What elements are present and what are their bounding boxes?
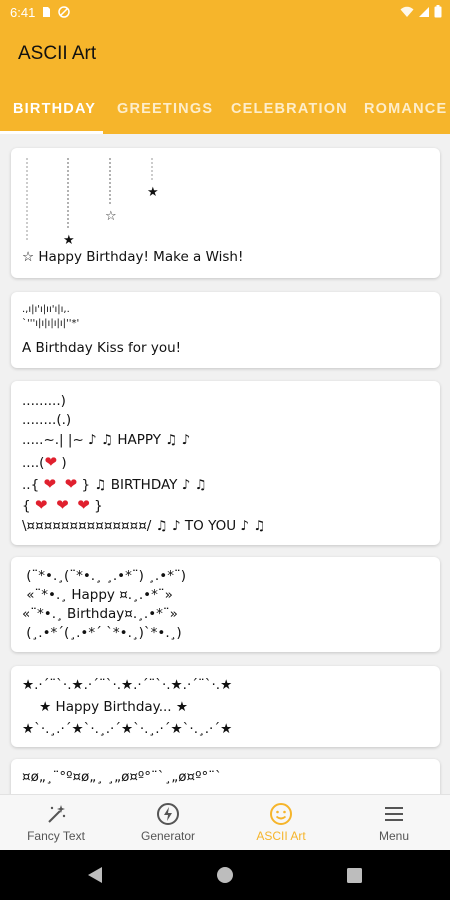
card-line: «¨*•.¸ Happy ¤.¸.•*¨»: [22, 587, 173, 603]
ascii-card[interactable]: ¤ø„¸¨°º¤ø„¸ ¸„ø¤º°¨`¸„ø¤º°¨`: [11, 759, 440, 794]
bottom-navigation: Fancy Text Generator ASCII Art Menu: [0, 794, 450, 850]
tab-greetings[interactable]: GREETINGS: [117, 101, 213, 117]
nav-label: ASCII Art: [256, 829, 306, 843]
status-time: 6:41: [10, 5, 36, 20]
nav-ascii-art[interactable]: ASCII Art: [225, 795, 337, 851]
category-tabs: BIRTHDAY GREETINGS CELEBRATION ROMANCE: [0, 84, 450, 134]
nav-label: Generator: [140, 829, 196, 843]
sim-card-icon: [43, 7, 50, 17]
card-line: ★ Happy Birthday... ★: [22, 699, 188, 715]
card-line: (¸.•*´(¸.•*´ `*•.¸)`*•.¸): [22, 625, 182, 641]
card-line: .........): [22, 393, 66, 409]
tab-celebration[interactable]: CELEBRATION: [231, 101, 348, 117]
app-bar: ASCII Art: [0, 26, 450, 84]
hanging-stars-art: ★ ☆ ★: [26, 158, 159, 248]
card-line: { ❤ ❤ ❤ }: [22, 496, 103, 514]
svg-text:★: ★: [63, 233, 75, 248]
tab-romance[interactable]: ROMANCE: [364, 101, 447, 117]
card-line: ¤ø„¸¨°º¤ø„¸ ¸„ø¤º°¨`¸„ø¤º°¨`: [22, 769, 222, 785]
card-line: (¨*•.¸(¨*•.¸ ¸.•*¨) ¸.•*¨): [22, 568, 186, 584]
svg-text:★: ★: [147, 185, 159, 200]
nav-generator[interactable]: Generator: [112, 795, 224, 851]
tab-birthday[interactable]: BIRTHDAY: [13, 101, 96, 117]
cell-signal-icon: [419, 6, 429, 17]
lightning-bolt-icon: [157, 803, 179, 825]
card-line: .....~.| |~ ♪ ♫ HAPPY ♫ ♪: [22, 432, 191, 448]
app-title: ASCII Art: [18, 43, 97, 64]
svg-text:☆: ☆: [105, 209, 117, 224]
heart-icon: ❤: [34, 496, 48, 514]
heart-icon: ❤: [77, 496, 90, 514]
nav-label: Menu: [378, 829, 410, 843]
ascii-card[interactable]: .,ı|ı'ı|ıı'ı|ı,. `'''ı|ı|ı|ı|ı|''*' A Bi…: [11, 292, 440, 368]
nav-fancy-text[interactable]: Fancy Text: [0, 795, 112, 851]
wifi-icon: [400, 6, 414, 17]
magic-wand-icon: [48, 805, 66, 823]
card-line: ☆ Happy Birthday! Make a Wish!: [22, 249, 244, 265]
back-icon[interactable]: [88, 867, 102, 883]
smiley-face-icon: [270, 803, 292, 825]
do-not-disturb-icon: [58, 6, 70, 18]
card-line: «¨*•.¸ Birthday¤.¸.•*¨»: [22, 606, 178, 622]
system-nav-buttons: [88, 867, 362, 883]
battery-icon: [434, 5, 442, 18]
heart-icon: ❤: [64, 475, 78, 493]
card-line: A Birthday Kiss for you!: [22, 340, 182, 356]
card-line: `'''ı|ı|ı|ı|ı|''*': [22, 318, 80, 329]
card-line: ........(.): [22, 412, 72, 428]
ascii-card[interactable]: ★ ☆ ★ ☆ Happy Birthday! Make a Wish!: [11, 148, 440, 278]
card-line: ★`·.¸.·´★`·.¸.·´★`·.¸.·´★`·.¸.·´★: [22, 721, 233, 737]
nav-label: Fancy Text: [27, 829, 85, 843]
heart-icon: ❤: [43, 475, 57, 493]
heart-icon: ❤: [44, 453, 58, 471]
system-navigation-bar: [0, 850, 450, 900]
heart-icon: ❤: [56, 496, 69, 514]
ascii-card[interactable]: ★.·´¨`·.★.·´¨`·.★.·´¨`·.★.·´¨`·.★ ★ Happ…: [11, 666, 440, 747]
card-line: .,ı|ı'ı|ıı'ı|ı,.: [22, 304, 70, 315]
hamburger-menu-icon: [385, 807, 403, 821]
ascii-art-list: ★ ☆ ★ ☆ Happy Birthday! Make a Wish! .,ı…: [0, 134, 450, 794]
card-line: ★.·´¨`·.★.·´¨`·.★.·´¨`·.★.·´¨`·.★: [22, 677, 233, 693]
home-icon[interactable]: [217, 867, 233, 883]
ascii-card[interactable]: .........) ........(.) .....~.| |~ ♪ ♫ H…: [11, 381, 440, 545]
recents-icon[interactable]: [347, 868, 362, 883]
card-line: \¤¤¤¤¤¤¤¤¤¤¤¤¤¤/ ♫ ♪ TO YOU ♪ ♫: [22, 518, 266, 534]
card-line: ....(❤ ): [22, 453, 67, 471]
nav-menu[interactable]: Menu: [338, 795, 450, 851]
card-line: ..{ ❤ ❤ } ♫ BIRTHDAY ♪ ♫: [22, 475, 207, 493]
ascii-card[interactable]: (¨*•.¸(¨*•.¸ ¸.•*¨) ¸.•*¨) «¨*•.¸ Happy …: [11, 557, 440, 652]
status-bar: 6:41: [0, 0, 450, 26]
